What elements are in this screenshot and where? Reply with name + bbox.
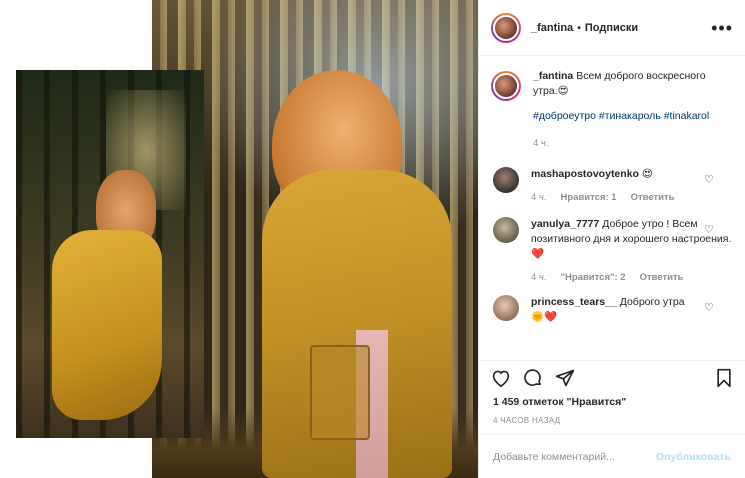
comment-emoji: 🌞❤️: [531, 311, 558, 323]
comment-item: mashapostovoytenko 😍 4 ч. Нравится: 1 От…: [491, 167, 733, 207]
header-separator: •: [577, 21, 581, 34]
reply-button[interactable]: Ответить: [640, 270, 684, 285]
comment-item: princess_tears__ Доброго утра 🌞❤️ ♡: [491, 295, 733, 335]
hashtag-link[interactable]: #tinakarol: [664, 110, 710, 122]
comment-icon[interactable]: [523, 368, 543, 388]
comment-like-heart-icon[interactable]: ♡: [704, 303, 715, 314]
comment-like-heart-icon[interactable]: ♡: [704, 175, 715, 186]
author-username[interactable]: _fantina: [531, 22, 573, 34]
author-avatar[interactable]: [491, 12, 521, 43]
comment-text: 😍: [641, 168, 653, 180]
commenter-avatar[interactable]: [493, 167, 519, 193]
woman-coat-small: [52, 230, 162, 420]
publish-button[interactable]: Опубликовать: [656, 451, 731, 463]
post-photo[interactable]: [0, 0, 478, 478]
comment-like-heart-icon[interactable]: ♡: [704, 225, 715, 236]
post-side-panel: _fantina • Подписки ••• _fantina Всем до…: [478, 0, 745, 478]
share-icon[interactable]: [555, 368, 575, 388]
inset-photo: [16, 70, 204, 438]
hashtag-link[interactable]: #доброеутро: [533, 110, 596, 122]
comment-item: yanulya_7777 Доброе утро ! Всем позитивн…: [491, 217, 733, 285]
coat-pocket: [310, 345, 370, 440]
caption-emoji: 😍: [557, 85, 569, 97]
commenter-avatar[interactable]: [493, 217, 519, 243]
comment-input[interactable]: [493, 450, 649, 463]
add-comment-section: Опубликовать: [479, 434, 745, 478]
post-header: _fantina • Подписки •••: [479, 0, 745, 56]
comment-likes[interactable]: "Нравится": 2: [561, 270, 626, 285]
comment-likes[interactable]: Нравится: 1: [561, 190, 617, 205]
comment-username[interactable]: yanulya_7777: [531, 218, 599, 230]
comment-time[interactable]: 4 ч.: [531, 190, 547, 205]
following-button[interactable]: Подписки: [585, 22, 638, 34]
heart-icon[interactable]: [491, 369, 511, 387]
reply-button[interactable]: Ответить: [631, 190, 675, 205]
likes-count[interactable]: 1 459 отметок "Нравится": [493, 396, 626, 408]
comment-username[interactable]: princess_tears__: [531, 296, 617, 308]
comments-list[interactable]: _fantina Всем доброго воскресного утра.😍…: [479, 57, 745, 360]
caption-username[interactable]: _fantina: [533, 70, 573, 82]
post-time-ago[interactable]: 4 ЧАСОВ НАЗАД: [493, 416, 560, 425]
comment-username[interactable]: mashapostovoytenko: [531, 168, 639, 180]
caption-avatar[interactable]: [491, 71, 521, 101]
commenter-avatar[interactable]: [493, 295, 519, 321]
comment-text: Доброго утра: [619, 296, 685, 308]
caption: _fantina Всем доброго воскресного утра.😍…: [491, 69, 733, 151]
comment-time[interactable]: 4 ч.: [531, 270, 547, 285]
post-actions-bar: [479, 360, 745, 394]
bookmark-icon[interactable]: [715, 368, 733, 388]
comment-emoji: ❤️: [531, 248, 545, 260]
hashtag-link[interactable]: #тинакароль: [599, 110, 661, 122]
more-options-icon[interactable]: •••: [711, 19, 733, 37]
caption-time[interactable]: 4 ч.: [533, 136, 549, 151]
